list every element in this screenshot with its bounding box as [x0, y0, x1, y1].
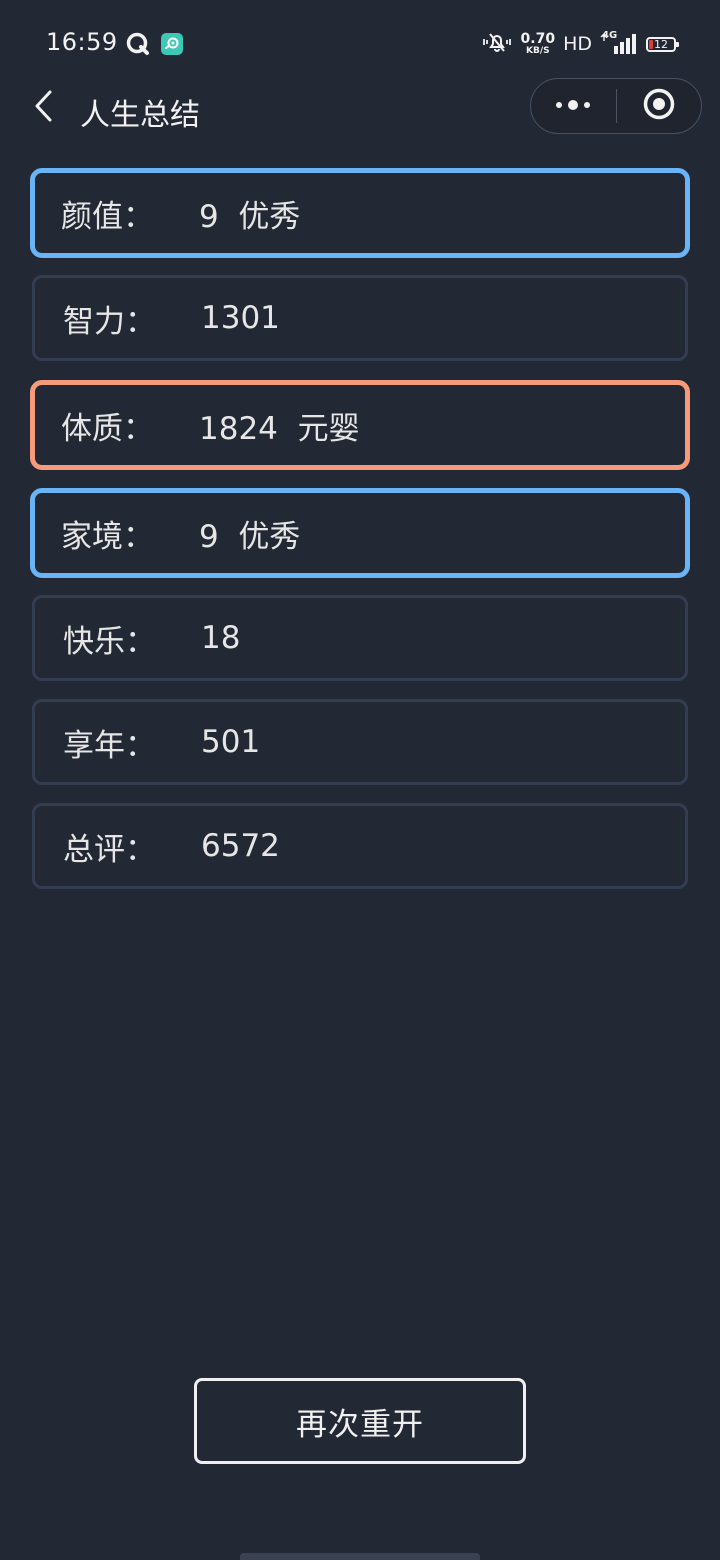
stat-value: 18: [201, 620, 241, 656]
network-speed-value: 0.70: [520, 31, 556, 47]
stat-label: 家境：: [61, 518, 154, 555]
stat-value: 6572: [201, 828, 280, 864]
target-close-icon: [642, 87, 676, 125]
qq-browser-icon: [126, 32, 150, 56]
app-notification-icon: [160, 32, 184, 56]
battery-icon: 12: [646, 36, 679, 52]
status-time: 16:59: [46, 28, 118, 56]
nav-bar: 人生总结: [0, 78, 720, 138]
stat-card-family: 家境： 9 优秀: [30, 488, 690, 578]
stat-card-happiness: 快乐： 18: [32, 595, 688, 681]
mute-bell-icon: [481, 30, 513, 58]
battery-level: 12: [654, 37, 668, 51]
stat-card-appearance: 颜值： 9 优秀: [30, 168, 690, 258]
more-button[interactable]: [531, 79, 616, 133]
network-speed: 0.70 KB/S: [521, 32, 556, 56]
stat-value: 9 优秀: [199, 518, 301, 555]
stat-value: 1301: [201, 300, 280, 336]
stat-label: 享年：: [63, 727, 156, 764]
stat-card-constitution: 体质： 1824 元婴: [30, 380, 690, 470]
chevron-left-icon: [32, 89, 56, 127]
signal-icon: 4G: [600, 30, 638, 56]
stat-value: 9 优秀: [199, 198, 301, 235]
stat-label: 智力：: [63, 303, 156, 340]
stat-card-overall: 总评： 6572: [32, 803, 688, 889]
hd-label: HD: [563, 33, 592, 55]
stat-label: 颜值：: [61, 198, 154, 235]
stat-label: 体质：: [61, 410, 154, 447]
restart-button[interactable]: 再次重开: [194, 1378, 526, 1464]
stat-card-intelligence: 智力： 1301: [32, 275, 688, 361]
page-title: 人生总结: [80, 98, 200, 133]
back-button[interactable]: [24, 88, 64, 128]
mini-program-capsule: [530, 78, 702, 134]
home-indicator[interactable]: [240, 1553, 480, 1560]
more-dots-icon: [553, 97, 593, 116]
stat-label: 快乐：: [63, 623, 156, 660]
network-speed-unit: KB/S: [526, 46, 550, 56]
status-bar: 16:59 0.70 KB/S HD 4G 12: [0, 0, 720, 88]
status-indicators: 0.70 KB/S HD 4G 12: [481, 28, 679, 60]
stat-label: 总评：: [63, 831, 156, 868]
stat-value: 1824 元婴: [199, 410, 360, 447]
stat-value: 501: [201, 724, 261, 760]
close-button[interactable]: [617, 79, 702, 133]
stat-card-lifespan: 享年： 501: [32, 699, 688, 785]
